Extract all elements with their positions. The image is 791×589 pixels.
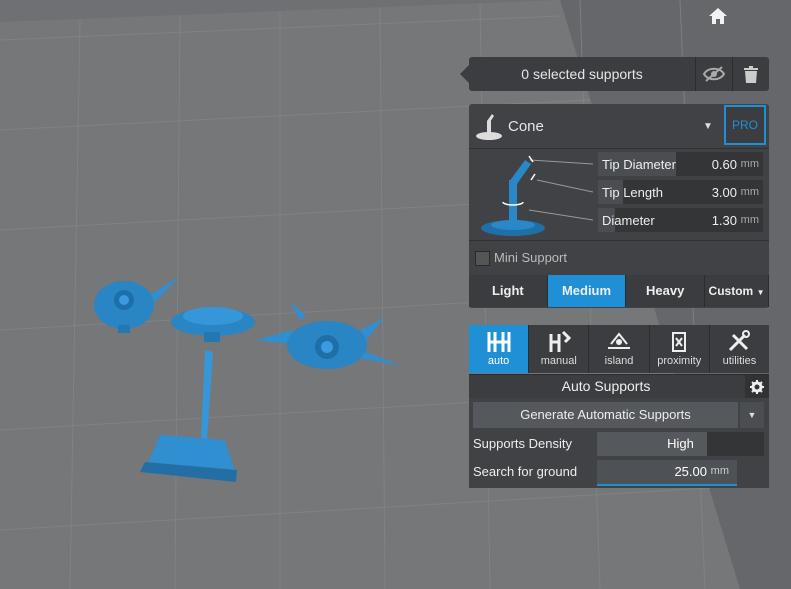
- chevron-down-icon: ▼: [703, 121, 713, 132]
- utilities-icon: [729, 330, 751, 352]
- density-slider[interactable]: High: [597, 432, 764, 456]
- density-value: High: [667, 436, 694, 451]
- ground-search-label: Search for ground: [473, 464, 578, 479]
- tip-length-value: 3.00: [711, 185, 737, 200]
- tip-length-field[interactable]: Tip Length 3.00 mm: [598, 180, 763, 204]
- selected-supports-count: 0 selected supports: [521, 66, 643, 82]
- hide-supports-button[interactable]: [695, 57, 732, 91]
- auto-supports-header: Auto Supports: [469, 374, 769, 399]
- tip-diameter-value: 0.60: [711, 157, 737, 172]
- weight-medium-button[interactable]: Medium: [547, 275, 627, 307]
- support-type-label: Cone: [508, 118, 544, 135]
- auto-supports-body: Generate Automatic Supports ▼ Supports D…: [469, 398, 769, 488]
- tool-proximity-label: proximity: [657, 355, 702, 367]
- tool-auto-label: auto: [487, 355, 510, 367]
- tip-diameter-label: Tip Diameter: [602, 157, 676, 172]
- generate-options-dropdown[interactable]: ▼: [740, 402, 764, 428]
- cone-support-icon: [476, 114, 502, 140]
- weight-custom-button[interactable]: Custom ▼: [705, 275, 770, 307]
- weight-heavy-button[interactable]: Heavy: [626, 275, 706, 307]
- auto-supports-icon: [487, 332, 511, 352]
- tip-diameter-field[interactable]: Tip Diameter 0.60 mm: [598, 152, 763, 176]
- diameter-value: 1.30: [711, 213, 737, 228]
- mini-support-label: Mini Support: [494, 250, 567, 265]
- manual-supports-icon: [549, 330, 571, 352]
- weight-custom-label: Custom: [708, 284, 754, 298]
- tool-island[interactable]: island: [589, 325, 650, 373]
- density-label: Supports Density: [473, 436, 572, 451]
- mini-support-checkbox[interactable]: [475, 251, 490, 266]
- tip-length-unit: mm: [740, 186, 759, 198]
- tool-island-label: island: [604, 355, 634, 367]
- support-tools-bar: auto manual island proximity utilities: [469, 325, 769, 373]
- support-settings-panel: Cone ▼ PRO Tip Diameter 0.60 mm Tip Leng…: [469, 104, 770, 308]
- ground-search-input[interactable]: 25.00 mm: [597, 460, 737, 486]
- diameter-field[interactable]: Diameter 1.30 mm: [598, 208, 763, 232]
- tool-manual[interactable]: manual: [529, 325, 590, 373]
- tip-length-label: Tip Length: [602, 185, 663, 200]
- tool-proximity[interactable]: proximity: [650, 325, 710, 373]
- gear-icon: [750, 380, 764, 394]
- diameter-unit: mm: [740, 214, 759, 226]
- generate-supports-button[interactable]: Generate Automatic Supports: [473, 402, 738, 428]
- ground-search-unit: mm: [710, 465, 729, 477]
- tool-manual-label: manual: [540, 355, 577, 367]
- pro-button[interactable]: PRO: [724, 105, 766, 145]
- weight-light-button[interactable]: Light: [469, 275, 548, 307]
- island-icon: [608, 332, 630, 349]
- chevron-down-icon: ▼: [756, 288, 765, 297]
- support-type-dropdown[interactable]: Cone ▼ PRO: [469, 104, 769, 149]
- eye-slash-icon: [703, 66, 725, 82]
- tool-auto[interactable]: auto: [469, 325, 530, 373]
- mini-support-row: Mini Support: [469, 240, 769, 275]
- support-diagram: [481, 155, 593, 236]
- delete-supports-button[interactable]: [732, 57, 769, 91]
- proximity-icon: [672, 332, 687, 352]
- trash-icon: [744, 65, 758, 83]
- home-icon[interactable]: [707, 6, 729, 31]
- auto-settings-button[interactable]: [745, 375, 769, 399]
- ground-search-value: 25.00: [674, 464, 707, 479]
- tip-diameter-unit: mm: [740, 158, 759, 170]
- auto-supports-title: Auto Supports: [561, 378, 651, 394]
- diameter-label: Diameter: [602, 213, 655, 228]
- chevron-down-icon: ▼: [747, 410, 757, 420]
- tool-utilities-label: utilities: [722, 355, 757, 367]
- support-weight-selector: Light Medium Heavy Custom ▼: [469, 275, 770, 307]
- selection-bar: 0 selected supports: [460, 57, 769, 91]
- tool-utilities[interactable]: utilities: [710, 325, 769, 373]
